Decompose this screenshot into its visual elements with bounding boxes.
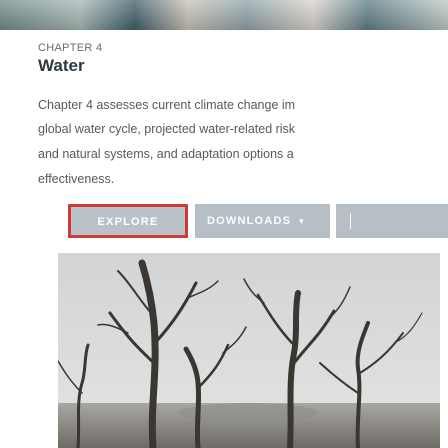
chevron-down-icon: ▾ — [299, 215, 305, 226]
header-banner-image — [0, 0, 448, 30]
explore-button-label: EXPLORE — [97, 216, 159, 228]
chapter-description-line-2: global water cycle, projected water-rela… — [38, 122, 296, 136]
chapter-description-line-1: Chapter 4 assesses current climate chang… — [38, 98, 296, 112]
chapter-photo — [58, 253, 440, 448]
explore-button[interactable]: EXPLORE — [68, 204, 188, 238]
downloads-button[interactable]: DOWNLOADS ▾ — [195, 204, 330, 238]
more-button[interactable] — [336, 204, 448, 238]
chapter-description-line-3: and natural systems, and adaptation opti… — [38, 147, 294, 161]
downloads-button-label: DOWNLOADS — [207, 215, 292, 227]
divider-icon — [350, 213, 351, 229]
chapter-title: Water — [38, 56, 85, 75]
bare-trees-image — [58, 253, 440, 448]
chapter-description-line-4: effectiveness. — [38, 172, 115, 186]
chapter-number: CHAPTER 4 — [38, 42, 103, 54]
